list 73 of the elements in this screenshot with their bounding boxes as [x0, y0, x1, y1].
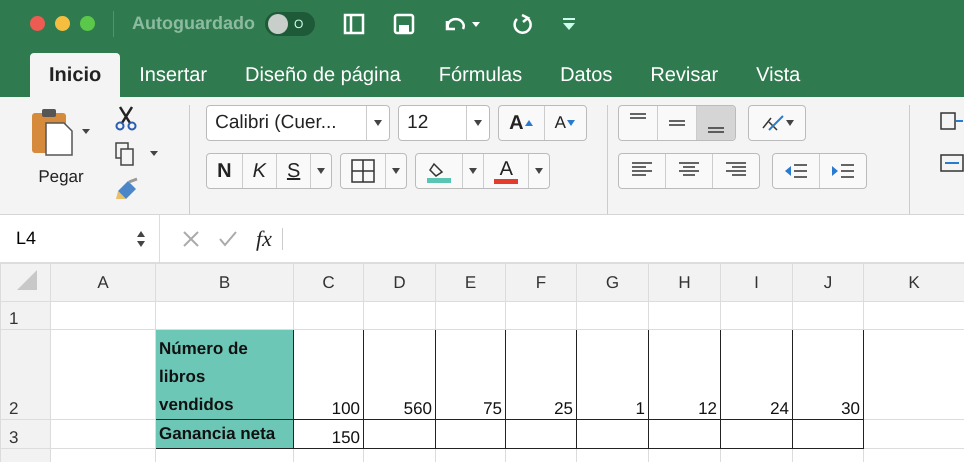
clipboard-icon[interactable] — [30, 107, 92, 157]
row-header[interactable]: 3 — [0, 420, 50, 448]
minimize-button[interactable] — [55, 16, 70, 31]
bold-button[interactable]: N — [207, 154, 243, 188]
checkmark-icon[interactable] — [218, 230, 238, 248]
wrap-text-icon[interactable] — [940, 111, 964, 131]
caret-icon — [316, 167, 326, 175]
caret-icon — [784, 119, 795, 127]
column-header[interactable]: J — [792, 264, 864, 302]
column-header[interactable]: G — [576, 264, 648, 302]
stepper-icon — [135, 228, 147, 248]
table-cell: 100 — [294, 330, 364, 420]
ribbon-tab[interactable]: Diseño de página — [226, 53, 420, 97]
paste-label[interactable]: Pegar — [38, 167, 84, 187]
italic-button[interactable]: K — [242, 154, 277, 188]
column-header[interactable]: B — [156, 264, 294, 302]
header-cell: Número de libros vendidos — [156, 330, 294, 420]
grid-icon — [351, 159, 376, 183]
table-cell: 24 — [720, 330, 792, 420]
underline-button[interactable]: S — [276, 154, 312, 188]
column-header[interactable]: F — [506, 264, 576, 302]
merge-cells-icon[interactable] — [940, 153, 964, 173]
font-name-field[interactable]: Calibri (Cuer... — [206, 105, 390, 141]
caret-icon — [468, 167, 478, 175]
column-header[interactable]: A — [50, 264, 156, 302]
table-cell: 1 — [576, 330, 648, 420]
caret-icon — [391, 167, 402, 175]
column-header[interactable]: K — [864, 264, 964, 302]
table-cell: 12 — [648, 330, 720, 420]
ribbon-tab[interactable]: Datos — [541, 53, 632, 97]
font-color-button[interactable]: A — [484, 154, 530, 188]
header-cell: Ganancia neta — [156, 420, 294, 448]
column-header[interactable]: E — [436, 264, 506, 302]
row-header[interactable]: 2 — [0, 330, 50, 420]
ribbon-tab[interactable]: Inicio — [30, 53, 120, 97]
table-cell: 75 — [436, 330, 506, 420]
autosave-toggle[interactable]: O — [265, 12, 315, 36]
font-size-field[interactable]: 12 — [398, 105, 490, 141]
table-cell: 25 — [506, 330, 576, 420]
brush-icon[interactable] — [114, 177, 140, 201]
down-triangle-icon — [566, 119, 576, 127]
autosave-label: Autoguardado — [132, 13, 255, 34]
lines-icon — [628, 113, 647, 119]
sidebar-icon[interactable] — [343, 12, 365, 34]
align-bottom-button[interactable] — [696, 106, 735, 140]
ribbon-tab[interactable]: Revisar — [631, 53, 738, 97]
row-header[interactable]: 1 — [0, 302, 50, 330]
table-cell: 30 — [792, 330, 864, 420]
column-header[interactable]: C — [294, 264, 364, 302]
ribbon-tab[interactable]: Vista — [737, 53, 820, 97]
name-box[interactable]: L4 — [0, 215, 160, 262]
redo-icon[interactable] — [511, 12, 533, 34]
insert-function-button[interactable]: fx — [256, 226, 272, 252]
column-header[interactable]: H — [648, 264, 720, 302]
up-triangle-icon — [524, 119, 534, 127]
shrink-font-button[interactable]: A — [544, 106, 586, 140]
table-cell: 150 — [294, 420, 364, 448]
scissors-icon[interactable] — [114, 105, 138, 131]
table-cell: 560 — [364, 330, 436, 420]
ribbon-tab[interactable]: Insertar — [120, 53, 226, 97]
copy-icon[interactable] — [114, 141, 160, 167]
ribbon-tab[interactable]: Fórmulas — [420, 53, 542, 97]
column-header[interactable]: D — [364, 264, 436, 302]
customize-icon[interactable] — [561, 16, 577, 32]
lines-icon — [706, 127, 725, 133]
caret-icon — [473, 119, 484, 127]
grow-font-button[interactable]: A — [499, 106, 545, 140]
caret-icon — [534, 167, 544, 175]
caret-icon — [373, 119, 384, 127]
column-header[interactable]: I — [720, 264, 792, 302]
lines-icon — [668, 120, 686, 126]
save-icon[interactable] — [393, 12, 415, 34]
underline-bar-icon — [494, 178, 518, 184]
